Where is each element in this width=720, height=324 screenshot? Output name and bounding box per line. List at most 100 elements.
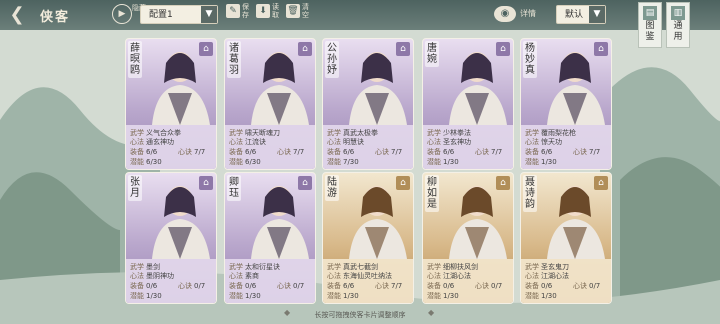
equipment-key: 装备: [427, 148, 441, 156]
hero-info-panel: 武学 少林拳法 心法 圣玄神功 装备 6/6 心诀 7/7 潜能 1/30: [423, 125, 513, 169]
potential-row: 潜能 1/30: [427, 291, 459, 301]
equipment-row: 装备 0/6: [525, 281, 552, 291]
secret-value: 0/7: [293, 282, 305, 290]
martial-art-key: 武学: [327, 129, 341, 137]
book-icon: ▤: [643, 6, 657, 20]
martial-art-key: 武学: [327, 263, 341, 271]
broom-icon[interactable]: ⌂: [199, 176, 213, 190]
secret-row: 心诀 7/7: [475, 147, 502, 157]
broom-icon[interactable]: ⌂: [199, 42, 213, 56]
potential-key: 潜能: [525, 158, 539, 166]
martial-art-value: 真武太极拳: [343, 129, 378, 137]
secret-value: 0/7: [589, 282, 601, 290]
codex-label: 图鉴: [645, 21, 655, 42]
broom-icon[interactable]: ⌂: [396, 176, 410, 190]
potential-value: 1/30: [146, 292, 162, 300]
codex-button[interactable]: ▤ 图鉴: [638, 2, 662, 48]
martial-art-value: 少林拳法: [443, 129, 471, 137]
hero-name: 卿珏: [227, 175, 241, 201]
mind-method-key: 心法: [130, 272, 144, 280]
hero-card[interactable]: 陆游 ⌂ 武学 真武七截剑 心法 东海仙灵吐纳法 装备 6/6 心诀 7/7 潜能 1/3…: [322, 172, 414, 304]
hero-info-panel: 武学 覆雨梨花枪 心法 惊天功 装备 6/6 心诀 7/7 潜能 1/30: [521, 125, 611, 169]
load-icon[interactable]: ⬇: [256, 4, 270, 18]
sort-select-value: 默认: [565, 10, 584, 20]
trash-icon[interactable]: 🗑: [286, 4, 300, 18]
broom-icon[interactable]: ⌂: [594, 42, 608, 56]
hero-card[interactable]: 张月 ⌂ 武学 墨剑 心法 墨阴神功 装备 0/6 心诀 0/7 潜能 1/30: [125, 172, 217, 304]
hero-name: 聂诗韵: [523, 175, 537, 212]
mind-method-key: 心法: [427, 272, 441, 280]
potential-key: 潜能: [130, 292, 144, 300]
hero-card[interactable]: 诸葛羽 ⌂ 武学 啸天断魂刀 心法 江流诀 装备 6/6 心诀 7/7 潜能 6/30: [224, 38, 316, 170]
martial-art-key: 武学: [525, 129, 539, 137]
hero-card[interactable]: 杨妙真 ⌂ 武学 覆雨梨花枪 心法 惊天功 装备 6/6 心诀 7/7 潜能 1/30: [520, 38, 612, 170]
broom-icon[interactable]: ⌂: [396, 42, 410, 56]
broom-icon[interactable]: ⌂: [496, 176, 510, 190]
equipment-value: 6/6: [443, 148, 455, 156]
broom-icon[interactable]: ⌂: [298, 176, 312, 190]
mind-method-key: 心法: [327, 272, 341, 280]
martial-art-key: 武学: [229, 129, 243, 137]
hero-info-panel: 武学 圣玄鬼刀 心法 江湖心法 装备 0/6 心诀 0/7 潜能 1/30: [521, 259, 611, 303]
martial-art-key: 武学: [427, 129, 441, 137]
secret-key: 心诀: [277, 282, 291, 290]
mind-method-row: 心法 江湖心法: [427, 271, 471, 281]
mind-method-value: 明慧诀: [343, 138, 364, 146]
secret-value: 0/7: [194, 282, 206, 290]
mind-method-row: 心法 圣玄神功: [427, 137, 471, 147]
mind-method-key: 心法: [130, 138, 144, 146]
equipment-row: 装备 6/6: [327, 147, 354, 157]
broom-icon[interactable]: ⌂: [496, 42, 510, 56]
hero-card[interactable]: 唐婉 ⌂ 武学 少林拳法 心法 圣玄神功 装备 6/6 心诀 7/7 潜能 1/30: [422, 38, 514, 170]
hero-card[interactable]: 聂诗韵 ⌂ 武学 圣玄鬼刀 心法 江湖心法 装备 0/6 心诀 0/7 潜能 1/30: [520, 172, 612, 304]
equipment-row: 装备 0/6: [427, 281, 454, 291]
mind-method-value: 惊天功: [541, 138, 562, 146]
scroll-icon: ▥: [671, 6, 685, 20]
preset-select[interactable]: 配置1 ▼: [140, 5, 218, 24]
equipment-key: 装备: [130, 282, 144, 290]
mind-method-key: 心法: [229, 138, 243, 146]
secret-key: 心诀: [178, 282, 192, 290]
hide-toggle-icon[interactable]: ▶: [112, 4, 132, 24]
hero-card[interactable]: 柳如是 ⌂ 武学 细柳扶风剑 心法 江湖心法 装备 0/6 心诀 0/7 潜能 1/30: [422, 172, 514, 304]
general-button[interactable]: ▥ 通用: [666, 2, 690, 48]
equipment-value: 6/6: [343, 282, 355, 290]
equipment-key: 装备: [229, 148, 243, 156]
potential-value: 7/30: [343, 158, 359, 166]
potential-value: 1/30: [541, 292, 557, 300]
broom-icon[interactable]: ⌂: [594, 176, 608, 190]
potential-value: 6/30: [245, 158, 261, 166]
mind-method-value: 江湖心法: [541, 272, 569, 280]
drag-hint-text: 长按可拖拽侠客卡片调整顺序: [314, 311, 406, 319]
hero-card[interactable]: 薛暝鸥 ⌂ 武学 义气合众拳 心法 通玄神功 装备 6/6 心诀 7/7 潜能 6/30: [125, 38, 217, 170]
secret-value: 7/7: [194, 148, 206, 156]
potential-row: 潜能 1/30: [130, 291, 162, 301]
hero-name: 公孙妤: [325, 41, 339, 78]
potential-value: 1/30: [245, 292, 261, 300]
hero-name: 陆游: [325, 175, 339, 201]
hero-card[interactable]: 公孙妤 ⌂ 武学 真武太极拳 心法 明慧诀 装备 6/6 心诀 7/7 潜能 7/30: [322, 38, 414, 170]
hero-card[interactable]: 卿珏 ⌂ 武学 太和衍星诀 心法 素商 装备 0/6 心诀 0/7 潜能 1/30: [224, 172, 316, 304]
martial-art-value: 覆雨梨花枪: [541, 129, 576, 137]
save-icon[interactable]: ✎: [226, 4, 240, 18]
hero-info-panel: 武学 啸天断魂刀 心法 江流诀 装备 6/6 心诀 7/7 潜能 6/30: [225, 125, 315, 169]
sort-select[interactable]: 默认 ▼: [556, 5, 606, 24]
hero-info-panel: 武学 太和衍星诀 心法 素商 装备 0/6 心诀 0/7 潜能 1/30: [225, 259, 315, 303]
eye-icon[interactable]: ◉: [494, 6, 516, 22]
broom-icon[interactable]: ⌂: [298, 42, 312, 56]
secret-value: 7/7: [391, 148, 403, 156]
secret-row: 心诀 7/7: [178, 147, 205, 157]
secret-row: 心诀 0/7: [475, 281, 502, 291]
martial-art-value: 义气合众拳: [146, 129, 181, 137]
page-title: 侠客: [40, 10, 71, 25]
equipment-value: 0/6: [443, 282, 455, 290]
load-label: 读取: [272, 3, 279, 19]
secret-key: 心诀: [475, 282, 489, 290]
equipment-row: 装备 6/6: [427, 147, 454, 157]
potential-row: 潜能 6/30: [130, 157, 162, 167]
back-arrow-icon[interactable]: ❮: [6, 4, 28, 26]
mind-method-key: 心法: [525, 138, 539, 146]
secret-row: 心诀 7/7: [277, 147, 304, 157]
hero-name: 唐婉: [425, 41, 439, 67]
top-bar: [0, 0, 720, 30]
